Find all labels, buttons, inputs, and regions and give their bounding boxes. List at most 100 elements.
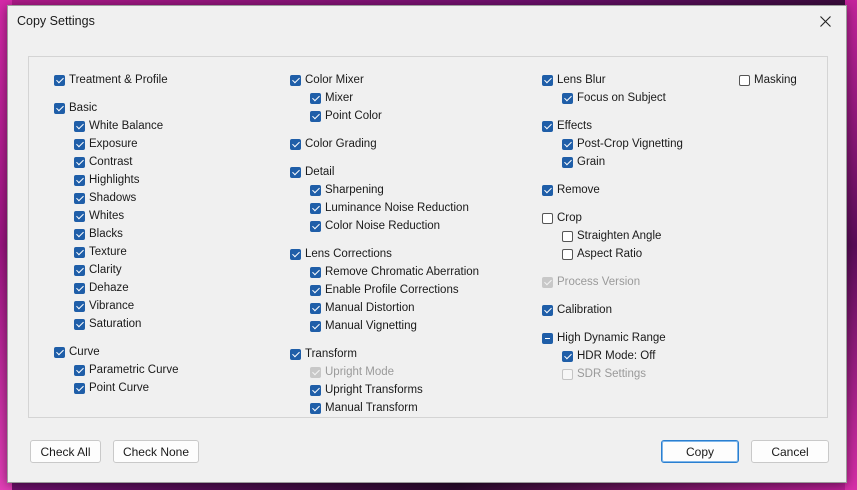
option-manual-distortion[interactable]: Manual Distortion xyxy=(290,299,479,317)
focus-on-subject-checkbox[interactable] xyxy=(562,92,573,104)
color-grading-checkbox[interactable] xyxy=(290,138,301,150)
manual-vignetting-checkbox[interactable] xyxy=(310,320,321,332)
option-upright-transforms[interactable]: Upright Transforms xyxy=(290,381,479,399)
option-blacks[interactable]: Blacks xyxy=(54,225,178,243)
option-remove[interactable]: Remove xyxy=(542,181,683,199)
post-crop-vignetting-checkbox[interactable] xyxy=(562,138,573,150)
option-straighten-angle[interactable]: Straighten Angle xyxy=(542,227,683,245)
option-dehaze[interactable]: Dehaze xyxy=(54,279,178,297)
option-saturation[interactable]: Saturation xyxy=(54,315,178,333)
curve-checkbox[interactable] xyxy=(54,346,65,358)
mixer-checkbox[interactable] xyxy=(310,92,321,104)
option-label: Upright Mode xyxy=(325,366,395,378)
enable-profile-corrections-checkbox[interactable] xyxy=(310,284,321,296)
option-treatment-profile[interactable]: Treatment & Profile xyxy=(54,71,178,89)
color-noise-reduction-checkbox[interactable] xyxy=(310,220,321,232)
option-shadows[interactable]: Shadows xyxy=(54,189,178,207)
blacks-checkbox[interactable] xyxy=(74,228,85,240)
option-contrast[interactable]: Contrast xyxy=(54,153,178,171)
option-post-crop-vignetting[interactable]: Post-Crop Vignetting xyxy=(542,135,683,153)
option-masking[interactable]: Masking xyxy=(739,71,797,89)
highlights-checkbox[interactable] xyxy=(74,174,85,186)
sharpening-checkbox[interactable] xyxy=(310,184,321,196)
basic-checkbox[interactable] xyxy=(54,102,65,114)
grain-checkbox[interactable] xyxy=(562,156,573,168)
option-label: SDR Settings xyxy=(577,368,647,380)
exposure-checkbox[interactable] xyxy=(74,138,85,150)
option-white-balance[interactable]: White Balance xyxy=(54,117,178,135)
option-effects[interactable]: Effects xyxy=(542,117,683,135)
upright-transforms-checkbox[interactable] xyxy=(310,384,321,396)
option-focus-on-subject[interactable]: Focus on Subject xyxy=(542,89,683,107)
texture-checkbox[interactable] xyxy=(74,246,85,258)
calibration-checkbox[interactable] xyxy=(542,304,553,316)
white-balance-checkbox[interactable] xyxy=(74,120,85,132)
aspect-ratio-checkbox[interactable] xyxy=(562,248,573,260)
manual-transform-checkbox[interactable] xyxy=(310,402,321,414)
option-aspect-ratio[interactable]: Aspect Ratio xyxy=(542,245,683,263)
crop-checkbox[interactable] xyxy=(542,212,553,224)
parametric-curve-checkbox[interactable] xyxy=(74,364,85,376)
cancel-button[interactable]: Cancel xyxy=(751,440,829,463)
option-crop[interactable]: Crop xyxy=(542,209,683,227)
option-color-mixer[interactable]: Color Mixer xyxy=(290,71,479,89)
option-lens-blur[interactable]: Lens Blur xyxy=(542,71,683,89)
option-transform[interactable]: Transform xyxy=(290,345,479,363)
option-color-grading[interactable]: Color Grading xyxy=(290,135,479,153)
effects-checkbox[interactable] xyxy=(542,120,553,132)
lens-corrections-checkbox[interactable] xyxy=(290,248,301,260)
option-hdr-mode-off[interactable]: HDR Mode: Off xyxy=(542,347,683,365)
straighten-angle-checkbox[interactable] xyxy=(562,230,573,242)
option-clarity[interactable]: Clarity xyxy=(54,261,178,279)
option-grain[interactable]: Grain xyxy=(542,153,683,171)
manual-distortion-checkbox[interactable] xyxy=(310,302,321,314)
option-lens-corrections[interactable]: Lens Corrections xyxy=(290,245,479,263)
option-luminance-noise-reduction[interactable]: Luminance Noise Reduction xyxy=(290,199,479,217)
treatment-profile-checkbox[interactable] xyxy=(54,74,65,86)
clarity-checkbox[interactable] xyxy=(74,264,85,276)
option-basic[interactable]: Basic xyxy=(54,99,178,117)
option-enable-profile-corrections[interactable]: Enable Profile Corrections xyxy=(290,281,479,299)
option-manual-vignetting[interactable]: Manual Vignetting xyxy=(290,317,479,335)
luminance-noise-reduction-checkbox[interactable] xyxy=(310,202,321,214)
dehaze-checkbox[interactable] xyxy=(74,282,85,294)
option-remove-chromatic-aberration[interactable]: Remove Chromatic Aberration xyxy=(290,263,479,281)
color-mixer-checkbox[interactable] xyxy=(290,74,301,86)
option-color-noise-reduction[interactable]: Color Noise Reduction xyxy=(290,217,479,235)
point-curve-checkbox[interactable] xyxy=(74,382,85,394)
option-point-curve[interactable]: Point Curve xyxy=(54,379,178,397)
remove-checkbox[interactable] xyxy=(542,184,553,196)
option-label: Blacks xyxy=(89,228,123,240)
copy-button[interactable]: Copy xyxy=(661,440,739,463)
close-button[interactable] xyxy=(804,6,846,36)
transform-checkbox[interactable] xyxy=(290,348,301,360)
option-detail[interactable]: Detail xyxy=(290,163,479,181)
check-none-button[interactable]: Check None xyxy=(113,440,199,463)
remove-chromatic-aberration-checkbox[interactable] xyxy=(310,266,321,278)
contrast-checkbox[interactable] xyxy=(74,156,85,168)
option-calibration[interactable]: Calibration xyxy=(542,301,683,319)
option-exposure[interactable]: Exposure xyxy=(54,135,178,153)
detail-checkbox[interactable] xyxy=(290,166,301,178)
saturation-checkbox[interactable] xyxy=(74,318,85,330)
option-point-color[interactable]: Point Color xyxy=(290,107,479,125)
hdr-mode-off-checkbox[interactable] xyxy=(562,350,573,362)
option-whites[interactable]: Whites xyxy=(54,207,178,225)
option-manual-transform[interactable]: Manual Transform xyxy=(290,399,479,417)
high-dynamic-range-checkbox[interactable] xyxy=(542,332,553,344)
option-curve[interactable]: Curve xyxy=(54,343,178,361)
masking-checkbox[interactable] xyxy=(739,74,750,86)
point-color-checkbox[interactable] xyxy=(310,110,321,122)
option-texture[interactable]: Texture xyxy=(54,243,178,261)
option-parametric-curve[interactable]: Parametric Curve xyxy=(54,361,178,379)
option-mixer[interactable]: Mixer xyxy=(290,89,479,107)
option-vibrance[interactable]: Vibrance xyxy=(54,297,178,315)
option-high-dynamic-range[interactable]: High Dynamic Range xyxy=(542,329,683,347)
option-sharpening[interactable]: Sharpening xyxy=(290,181,479,199)
check-all-button[interactable]: Check All xyxy=(30,440,101,463)
lens-blur-checkbox[interactable] xyxy=(542,74,553,86)
whites-checkbox[interactable] xyxy=(74,210,85,222)
option-highlights[interactable]: Highlights xyxy=(54,171,178,189)
vibrance-checkbox[interactable] xyxy=(74,300,85,312)
shadows-checkbox[interactable] xyxy=(74,192,85,204)
